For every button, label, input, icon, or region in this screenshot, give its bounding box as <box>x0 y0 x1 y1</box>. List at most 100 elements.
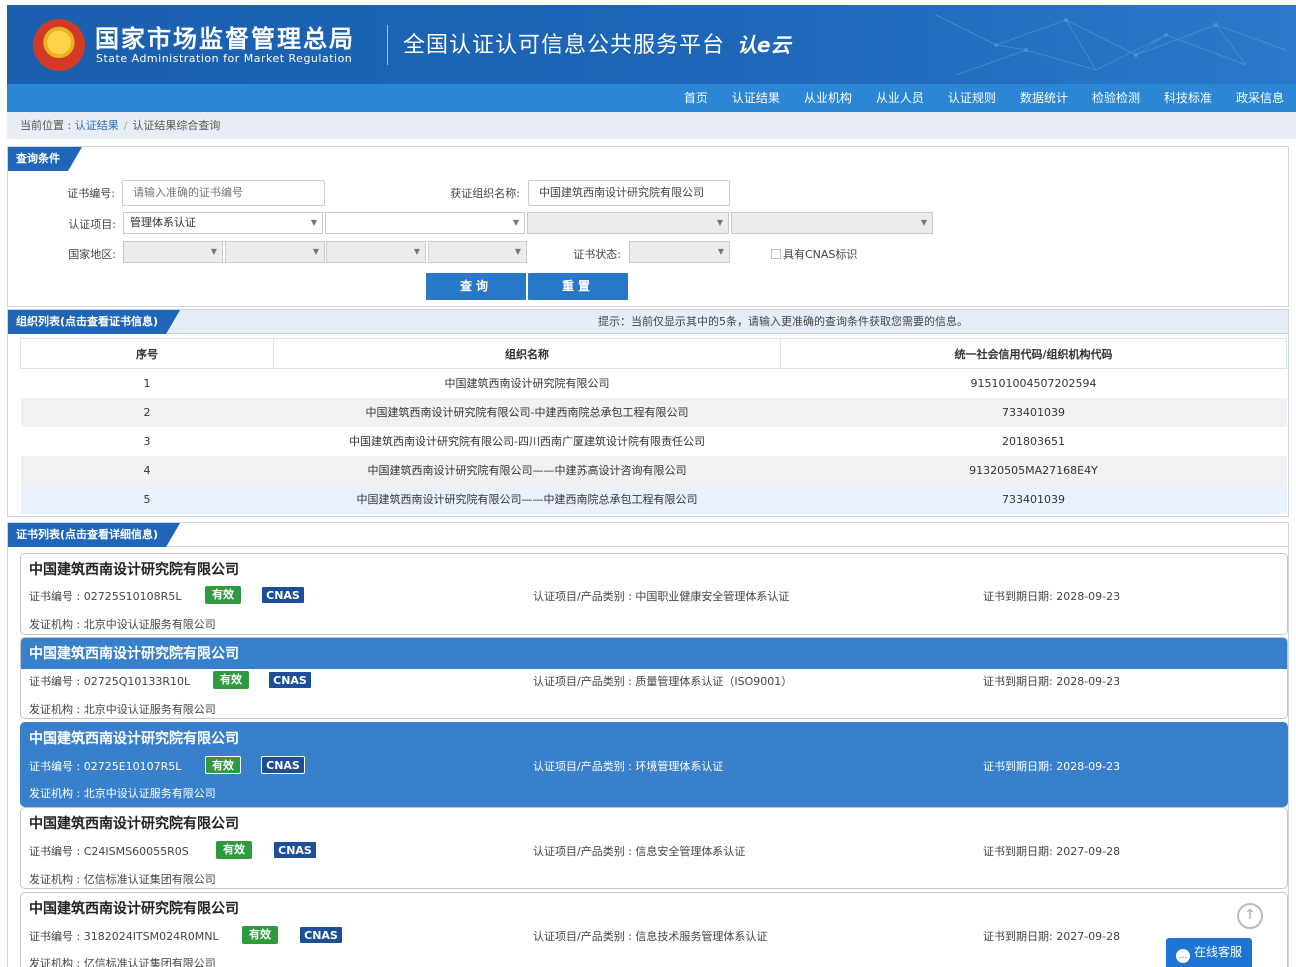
cert-issuer-value: 亿信标准认证集团有限公司 <box>83 873 216 886</box>
region-select-1[interactable]: ▼ <box>123 241 223 263</box>
cert-expiry-value: 2028-09-23 <box>1056 590 1121 603</box>
org-name-label: 获证组织名称: <box>450 187 520 200</box>
cnas-checkbox[interactable] <box>771 249 781 259</box>
cert-no-input[interactable] <box>122 180 325 206</box>
cert-expiry: 证书到期日期: 2028-09-23 <box>983 673 1120 689</box>
project-select[interactable]: 管理体系认证 ▼ <box>123 212 323 234</box>
cnas-checkbox-label: 具有CNAS标识 <box>783 248 858 261</box>
row-org-name[interactable]: 中国建筑西南设计研究院有限公司 <box>274 369 781 398</box>
cert-card[interactable]: 中国建筑西南设计研究院有限公司 证书编号 : 02725Q10133R10L 有… <box>20 637 1288 719</box>
online-service-button[interactable]: … 在线客服 <box>1166 938 1252 967</box>
cnas-badge: CNAS <box>261 586 305 604</box>
org-name-input[interactable]: 中国建筑西南设计研究院有限公司 <box>528 180 730 206</box>
chat-bubble-icon: … <box>1175 949 1190 963</box>
project-sub-select-3[interactable]: ▼ <box>731 212 933 234</box>
status-select[interactable]: ▼ <box>629 241 730 263</box>
cnas-badge: CNAS <box>261 756 305 774</box>
cert-list-panel: 证书列表(点击查看详细信息) 中国建筑西南设计研究院有限公司 证书编号 : 02… <box>7 522 1289 967</box>
nav-institutions[interactable]: 从业机构 <box>792 84 864 112</box>
cert-number-value: 02725S10108R5L <box>83 590 182 603</box>
table-row[interactable]: 1 中国建筑西南设计研究院有限公司 915101004507202594 <box>21 369 1287 398</box>
arrow-up-icon[interactable]: ↑ <box>1237 903 1263 929</box>
cnas-badge: CNAS <box>299 926 343 944</box>
table-row[interactable]: 5 中国建筑西南设计研究院有限公司——中建西南院总承包工程有限公司 733401… <box>20 484 1287 514</box>
cert-card[interactable]: 中国建筑西南设计研究院有限公司 证书编号 : 3182024ITSM024R0M… <box>20 892 1288 967</box>
cert-project-prefix: 认证项目/产品类别 : <box>533 590 636 603</box>
nav-procurement[interactable]: 政采信息 <box>1224 84 1296 112</box>
cert-number-value: 3182024ITSM024R0MNL <box>83 930 219 943</box>
cert-expiry-prefix: 证书到期日期: <box>983 930 1057 943</box>
table-row[interactable]: 2 中国建筑西南设计研究院有限公司-中建西南院总承包工程有限公司 7334010… <box>20 397 1287 427</box>
online-service-label: 在线客服 <box>1193 945 1242 959</box>
cert-project-value: 中国职业健康安全管理体系认证 <box>635 590 790 603</box>
cert-expiry-value: 2028-09-23 <box>1056 760 1121 773</box>
org-name-en: State Administration for Market Regulati… <box>96 52 353 65</box>
cert-card[interactable]: 中国建筑西南设计研究院有限公司 证书编号 : 02725S10108R5L 有效… <box>20 553 1288 635</box>
table-row[interactable]: 3 中国建筑西南设计研究院有限公司-四川西南广厦建筑设计院有限责任公司 2018… <box>21 427 1287 456</box>
chevron-down-icon: ▼ <box>514 247 521 256</box>
cert-card[interactable]: 中国建筑西南设计研究院有限公司 证书编号 : C24ISMS60055R0S 有… <box>20 807 1288 889</box>
nav-statistics[interactable]: 数据统计 <box>1008 84 1080 112</box>
cert-card-selected[interactable]: 中国建筑西南设计研究院有限公司 证书编号 : 02725E10107R5L 有效… <box>20 722 1288 807</box>
row-org-name[interactable]: 中国建筑西南设计研究院有限公司-中建西南院总承包工程有限公司 <box>273 397 781 427</box>
cert-list-title: 证书列表(点击查看详细信息) <box>8 523 180 547</box>
cert-project-value: 信息技术服务管理体系认证 <box>635 930 768 943</box>
chevron-down-icon: ▼ <box>717 247 724 256</box>
cert-number: 证书编号 : 3182024ITSM024R0MNL <box>29 928 219 944</box>
row-credit-code: 201803651 <box>1002 434 1065 448</box>
site-header: ★ 国家市场监督管理总局 State Administration for Ma… <box>7 5 1296 84</box>
cert-expiry: 证书到期日期: 2027-09-28 <box>983 928 1120 944</box>
main-nav: 首页 认证结果 从业机构 从业人员 认证规则 数据统计 检验检测 科技标准 政采… <box>7 84 1296 112</box>
table-row[interactable]: 4 中国建筑西南设计研究院有限公司——中建苏高设计咨询有限公司 91320505… <box>20 455 1287 485</box>
chevron-down-icon: ▼ <box>920 218 927 227</box>
nav-standards[interactable]: 科技标准 <box>1152 84 1224 112</box>
cert-issuer-value: 北京中设认证服务有限公司 <box>83 703 216 716</box>
chevron-down-icon: ▼ <box>413 247 420 256</box>
reset-button[interactable]: 重置 <box>528 273 628 300</box>
valid-badge: 有效 <box>213 671 249 689</box>
row-index: 1 <box>143 376 151 390</box>
row-org-name[interactable]: 中国建筑西南设计研究院有限公司——中建西南院总承包工程有限公司 <box>273 484 781 514</box>
valid-badge: 有效 <box>205 756 241 774</box>
chevron-down-icon: ▼ <box>716 218 723 227</box>
project-label: 认证项目: <box>68 218 116 231</box>
cert-issuer: 发证机构 : 亿信标准认证集团有限公司 <box>29 871 216 887</box>
org-list-hint: 提示：当前仅显示其中的5条，请输入更准确的查询条件获取您需要的信息。 <box>598 315 968 328</box>
cert-number-prefix: 证书编号 : <box>29 760 84 773</box>
query-section-title: 查询条件 <box>8 147 82 171</box>
chevron-down-icon: ▼ <box>310 218 317 227</box>
row-org-name[interactable]: 中国建筑西南设计研究院有限公司-四川西南广厦建筑设计院有限责任公司 <box>274 427 781 456</box>
nav-cert-results[interactable]: 认证结果 <box>720 84 792 112</box>
breadcrumb: 当前位置 : 认证结果 / 认证结果综合查询 <box>7 112 1296 139</box>
nav-inspection[interactable]: 检验检测 <box>1080 84 1152 112</box>
region-select-2[interactable]: ▼ <box>225 241 325 263</box>
search-button[interactable]: 查询 <box>426 273 526 300</box>
breadcrumb-link-cert-results[interactable]: 认证结果 <box>75 119 119 132</box>
cert-project-value: 环境管理体系认证 <box>635 760 724 773</box>
cert-project: 认证项目/产品类别 : 信息安全管理体系认证 <box>533 843 745 859</box>
project-sub-select-2[interactable]: ▼ <box>527 212 729 234</box>
project-sub-select[interactable]: ▼ <box>325 212 525 234</box>
region-select-4[interactable]: ▼ <box>428 241 527 263</box>
cert-number-prefix: 证书编号 : <box>29 845 84 858</box>
cnas-checkbox-wrap[interactable]: 具有CNAS标识 <box>771 246 857 262</box>
cert-issuer: 发证机构 : 北京中设认证服务有限公司 <box>29 701 216 717</box>
cert-issuer-value: 亿信标准认证集团有限公司 <box>83 957 216 967</box>
region-select-3[interactable]: ▼ <box>326 241 426 263</box>
nav-practitioners[interactable]: 从业人员 <box>864 84 936 112</box>
cert-number-value: C24ISMS60055R0S <box>83 845 189 858</box>
nav-home[interactable]: 首页 <box>672 84 720 112</box>
query-panel: 查询条件 证书编号: 获证组织名称: 中国建筑西南设计研究院有限公司 认证项目:… <box>7 146 1289 307</box>
row-index: 5 <box>20 484 274 514</box>
cert-list-header: 证书列表(点击查看详细信息) <box>8 523 1288 547</box>
cert-number-value: 02725Q10133R10L <box>83 675 191 688</box>
row-org-name[interactable]: 中国建筑西南设计研究院有限公司——中建苏高设计咨询有限公司 <box>273 455 781 485</box>
nav-cert-rules[interactable]: 认证规则 <box>936 84 1008 112</box>
breadcrumb-current: 认证结果综合查询 <box>132 119 221 132</box>
cert-issuer-prefix: 发证机构 : <box>29 873 84 886</box>
cert-org-name: 中国建筑西南设计研究院有限公司 <box>29 901 239 917</box>
cert-no-label: 证书编号: <box>67 187 115 200</box>
cert-expiry-value: 2027-09-28 <box>1056 845 1121 858</box>
cert-org-name: 中国建筑西南设计研究院有限公司 <box>29 646 239 662</box>
national-emblem-icon[interactable]: ★ <box>33 19 85 71</box>
